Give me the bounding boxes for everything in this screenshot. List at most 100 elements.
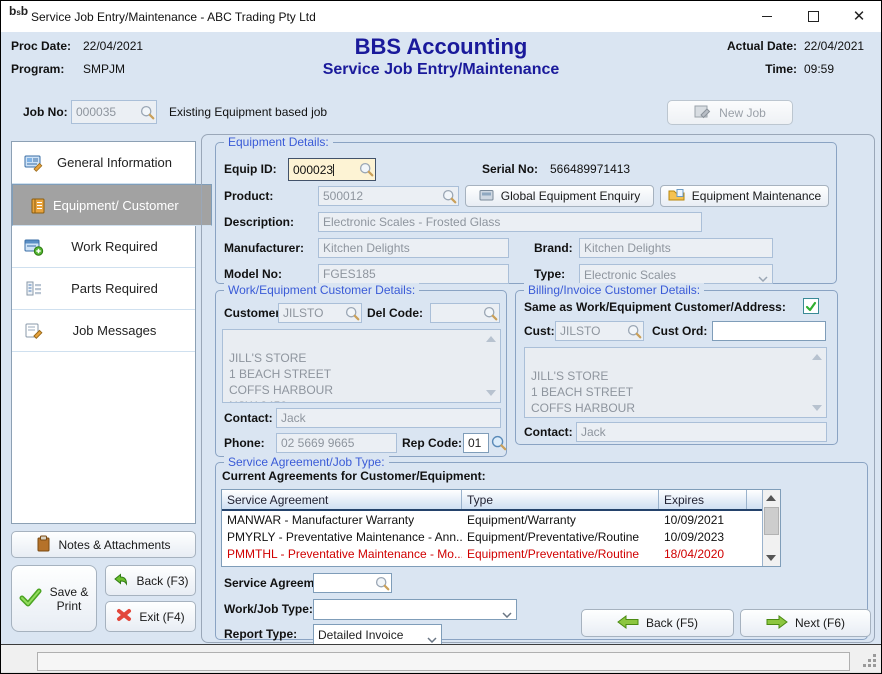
new-job-icon [694,104,712,122]
back-f5-button[interactable]: Back (F5) [581,609,734,637]
cust-field: JILSTO [555,321,644,341]
work-customer-group: Work/Equipment Customer Details: Custome… [215,290,507,457]
col-type: Type [462,490,659,509]
scrollbar-down-icon[interactable] [766,555,776,561]
same-as-checkbox[interactable] [803,298,819,314]
job-no-lookup-icon[interactable] [140,105,155,123]
close-button[interactable]: ✕ [836,1,882,31]
next-f6-button[interactable]: Next (F6) [740,609,871,637]
save-print-button[interactable]: Save & Print [11,565,97,632]
time-value: 09:59 [804,62,834,76]
report-type-label: Report Type: [224,627,297,641]
maximize-icon [808,11,819,22]
manufacturer-label: Manufacturer: [224,241,304,255]
app-window: bsb Service Job Entry/Maintenance - ABC … [0,0,882,674]
time-label: Time: [717,62,797,76]
work-required-icon [20,238,48,256]
serial-no-value: 566489971413 [550,162,630,176]
work-job-type-label: Work/Job Type: [224,602,313,616]
customer-field: JILSTO [278,303,362,323]
equipment-details-title: Equipment Details: [224,135,333,149]
job-type-note: Existing Equipment based job [169,105,327,119]
exit-f4-button[interactable]: Exit (F4) [105,601,196,632]
manufacturer-field: Kitchen Delights [318,238,509,258]
table-row[interactable]: PMMTHL - Preventative Maintenance - Mo..… [222,562,762,566]
same-as-label: Same as Work/Equipment Customer/Address: [524,300,786,314]
status-bar [1,644,881,672]
chevron-down-icon [758,271,768,284]
scroll-up-icon [812,354,822,360]
billing-contact-label: Contact: [524,425,573,439]
equip-id-field[interactable]: 000023 [288,158,376,181]
equip-id-lookup-icon[interactable] [359,162,374,180]
equipment-details-group: Equipment Details: Equip ID: 000023 Seri… [215,142,837,284]
general-information-icon [20,154,48,172]
service-agreement-lookup-icon[interactable] [375,576,390,593]
work-address-textarea: JILL'S STORE 1 BEACH STREET COFFS HARBOU… [222,329,501,403]
text-cursor [333,164,334,176]
col-filler [747,490,762,509]
table-row[interactable]: PMMTHL - Preventative Maintenance - Mo..… [222,545,762,562]
right-arrow-icon [766,615,788,632]
rep-code-field[interactable]: 01 [463,433,489,453]
cust-ord-label: Cust Ord: [652,324,707,338]
product-lookup-icon [442,189,457,206]
sidebar: General Information Equipment/ Customer … [11,141,196,524]
service-agreement-field[interactable] [313,573,392,593]
scroll-down-icon [486,390,496,396]
resize-grip[interactable] [873,664,876,667]
status-message-area [37,652,850,671]
cust-lookup-icon [627,324,642,341]
equipment-maintenance-button[interactable]: Equipment Maintenance [660,185,829,207]
work-customer-title: Work/Equipment Customer Details: [224,283,419,297]
phone-label: Phone: [224,436,265,450]
minimize-button[interactable] [744,1,790,31]
brand-label: Brand: [534,241,573,255]
table-row[interactable]: MANWAR - Manufacturer Warranty Equipment… [222,511,762,528]
cust-ord-field[interactable] [712,321,826,341]
sidebar-item-parts-required[interactable]: Parts Required [12,268,195,310]
agreements-table: Service Agreement Type Expires MANWAR - … [221,489,781,567]
table-row[interactable]: PMYRLY - Preventative Maintenance - Ann.… [222,528,762,545]
app-icon: bsb [9,7,27,25]
table-scrollbar[interactable] [762,490,780,566]
rep-code-lookup-icon[interactable] [491,435,507,454]
chevron-down-icon [427,632,437,646]
report-type-select[interactable]: Detailed Invoice [313,624,442,645]
sidebar-item-work-required[interactable]: Work Required [12,226,195,268]
customer-label: Customer: [224,306,284,320]
del-code-label: Del Code: [367,306,423,320]
serial-no-label: Serial No: [482,162,538,176]
window-title: Service Job Entry/Maintenance - ABC Trad… [31,10,316,24]
left-arrow-icon [617,615,639,632]
global-equipment-enquiry-button[interactable]: Global Equipment Enquiry [465,185,654,207]
maximize-button[interactable] [790,1,836,31]
clipboard-icon [36,535,51,555]
equipment-customer-icon [25,197,53,215]
product-field: 500012 [318,186,459,206]
customer-lookup-icon [345,306,360,323]
sidebar-item-equipment-customer[interactable]: Equipment/ Customer [12,184,212,226]
scrollbar-thumb[interactable] [764,507,779,535]
work-contact-label: Contact: [224,411,273,425]
sidebar-item-job-messages[interactable]: Job Messages [12,310,195,352]
sidebar-item-general-information[interactable]: General Information [12,142,195,184]
back-arrow-icon [112,572,129,590]
back-f3-button[interactable]: Back (F3) [105,565,196,596]
work-job-type-select[interactable] [313,599,517,620]
del-code-field [430,303,500,323]
parts-required-icon [20,280,48,298]
close-icon: ✕ [853,9,866,24]
description-field: Electronic Scales - Frosted Glass [318,212,702,232]
del-code-lookup-icon [483,306,498,323]
actual-date-value: 22/04/2021 [804,39,864,53]
product-label: Product: [224,189,273,203]
notes-attachments-button[interactable]: Notes & Attachments [11,531,196,558]
equip-id-label: Equip ID: [224,162,277,176]
service-agreement-title: Service Agreement/Job Type: [224,455,389,469]
actual-date-label: Actual Date: [717,39,797,53]
scrollbar-up-icon[interactable] [766,495,776,501]
title-bar[interactable]: bsb Service Job Entry/Maintenance - ABC … [1,1,881,32]
service-agreement-group: Service Agreement/Job Type: Current Agre… [215,462,868,640]
model-no-field: FGES185 [318,264,509,284]
